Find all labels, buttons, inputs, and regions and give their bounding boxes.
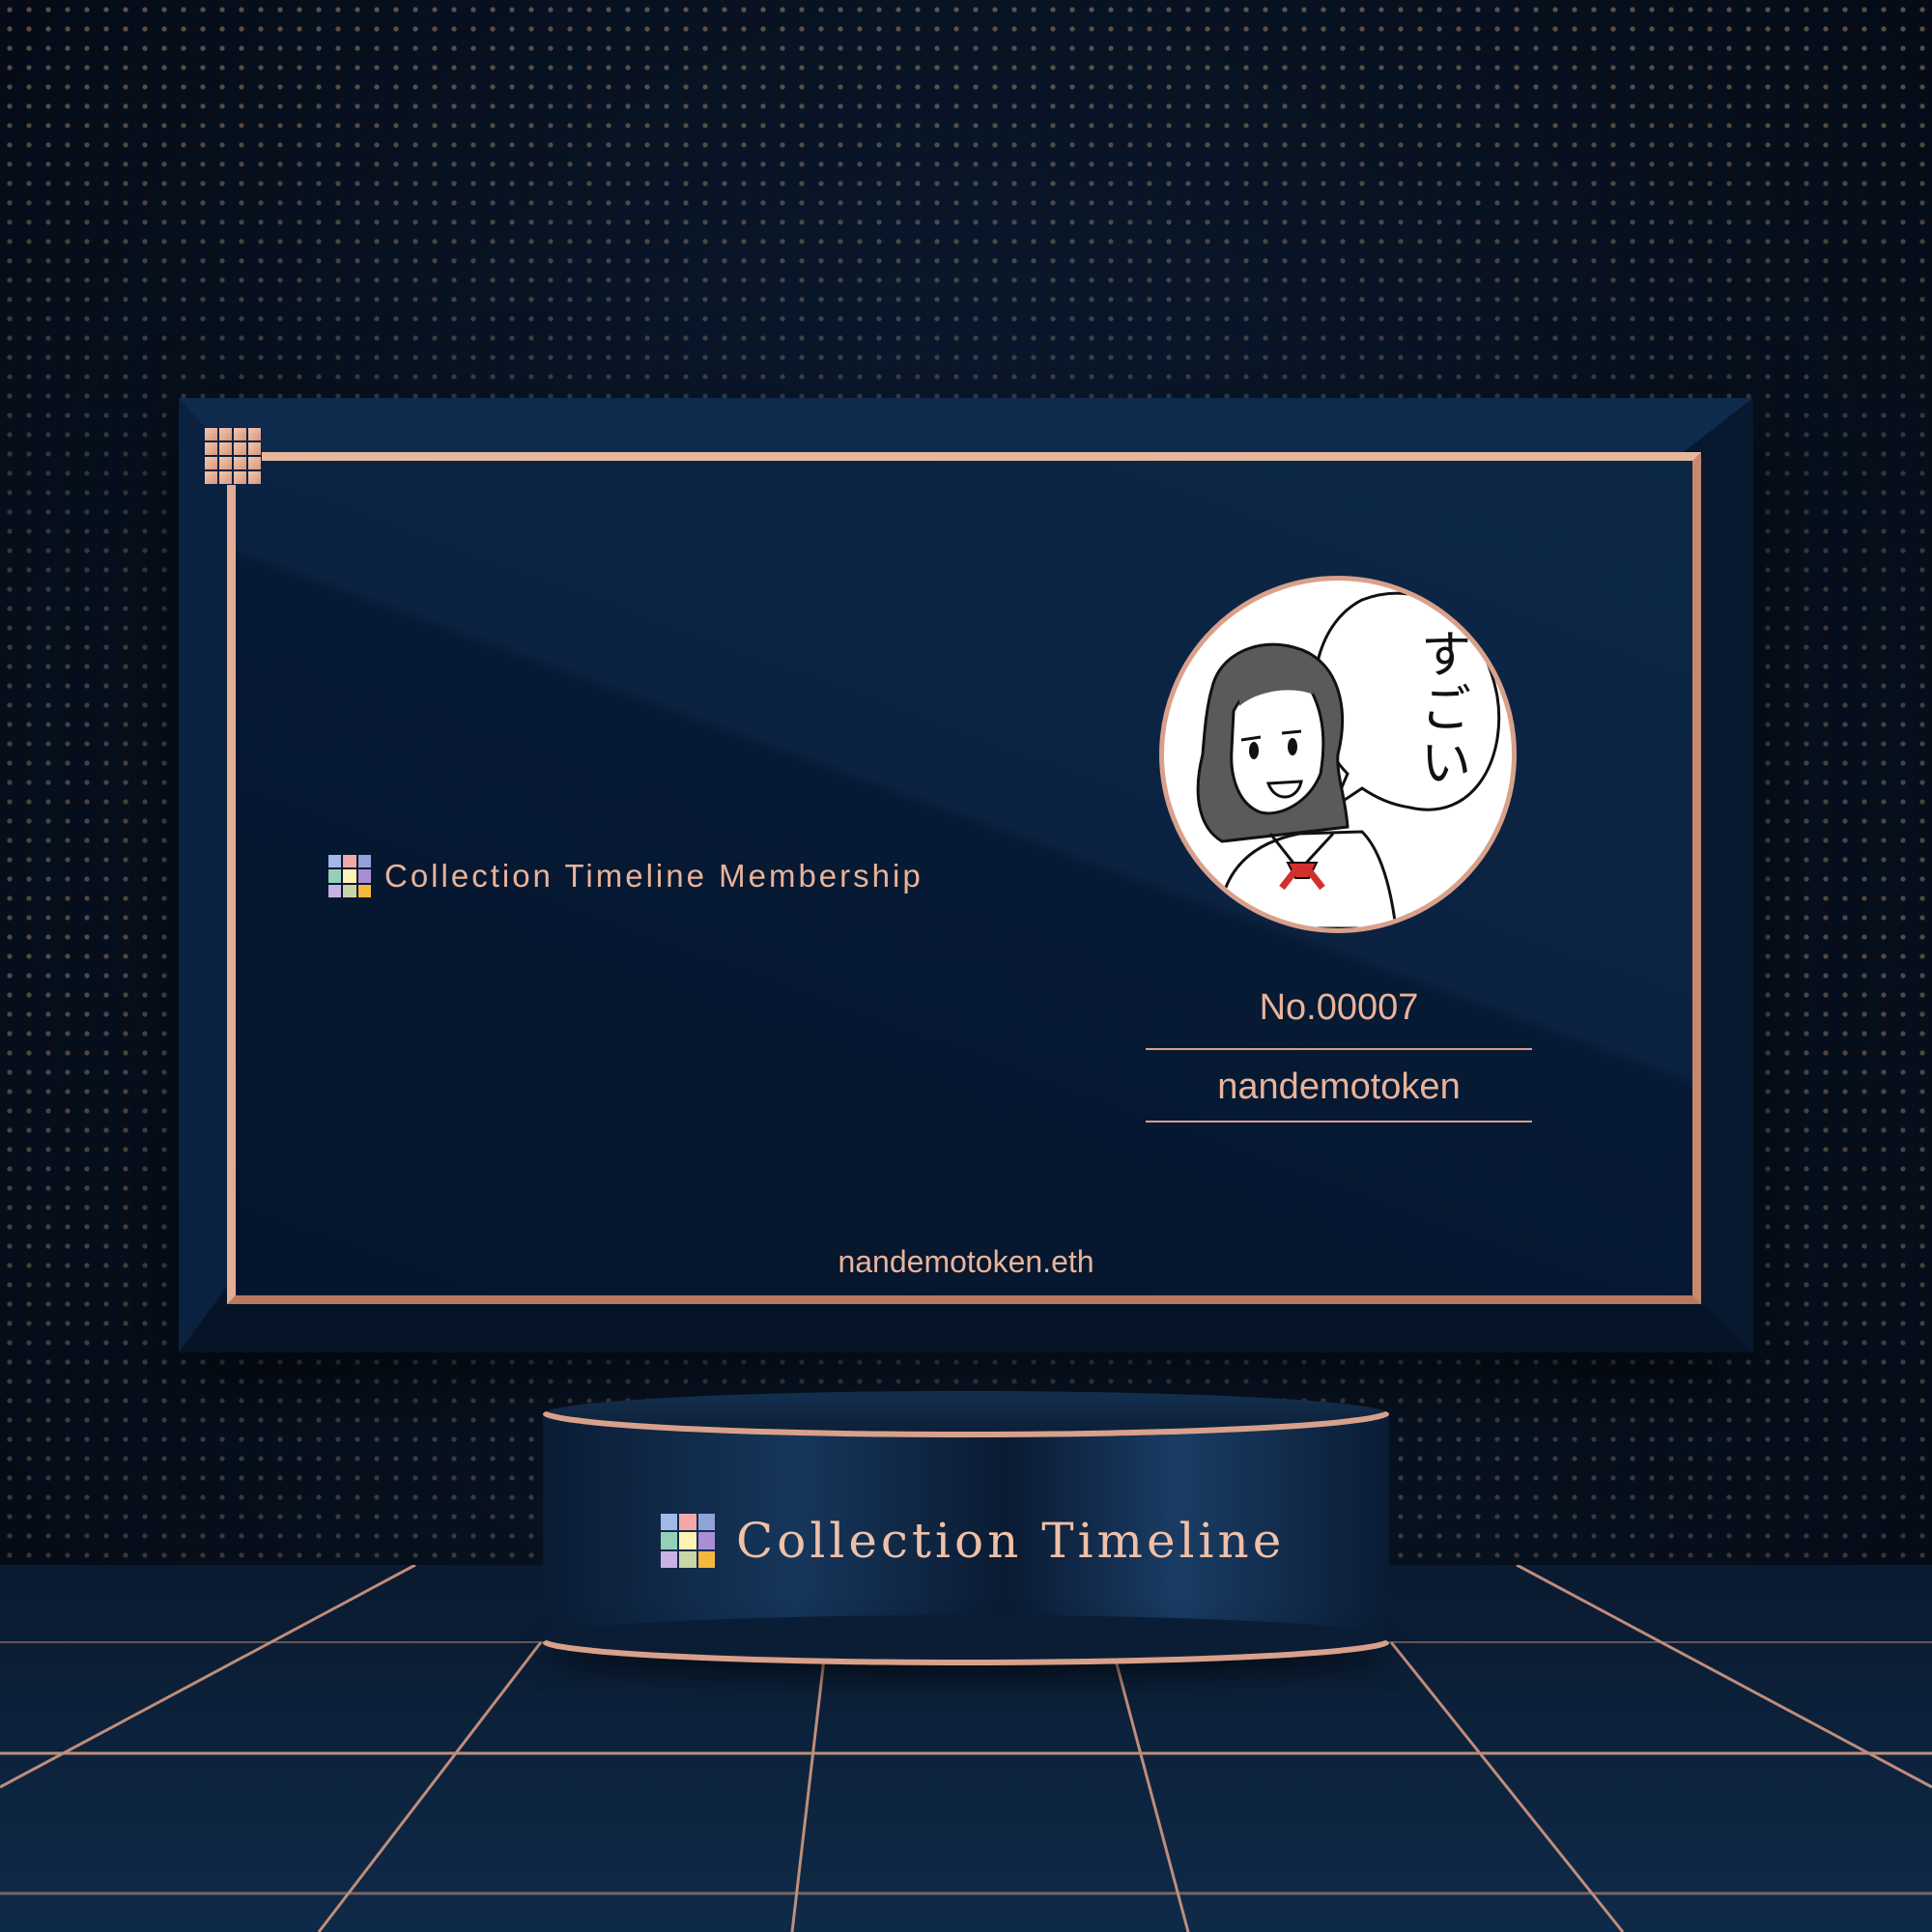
ens-name: nandemotoken.eth bbox=[838, 1244, 1094, 1279]
podium-base bbox=[543, 1615, 1389, 1660]
podium-brand-text: Collection Timeline bbox=[736, 1513, 1286, 1569]
divider bbox=[1146, 1121, 1532, 1122]
membership-title-text: Collection Timeline Membership bbox=[384, 858, 923, 894]
corner-grid-icon bbox=[204, 427, 262, 485]
divider bbox=[1146, 1048, 1532, 1050]
member-name: nandemotoken bbox=[1217, 1066, 1461, 1107]
speech-bubble-text: すごい bbox=[1420, 627, 1471, 793]
podium-brand: Collection Timeline bbox=[661, 1513, 1285, 1569]
membership-title: Collection Timeline Membership bbox=[328, 855, 923, 897]
podium: Collection Timeline bbox=[543, 1391, 1389, 1663]
collection-timeline-logo-icon bbox=[328, 855, 371, 897]
avatar: すごい bbox=[1159, 576, 1517, 933]
podium-top bbox=[543, 1391, 1389, 1437]
collection-timeline-logo-icon bbox=[661, 1514, 715, 1568]
scene-background: Collection Timeline Membership すごい No.00… bbox=[0, 0, 1932, 1932]
member-number: No.00007 bbox=[1259, 987, 1419, 1028]
